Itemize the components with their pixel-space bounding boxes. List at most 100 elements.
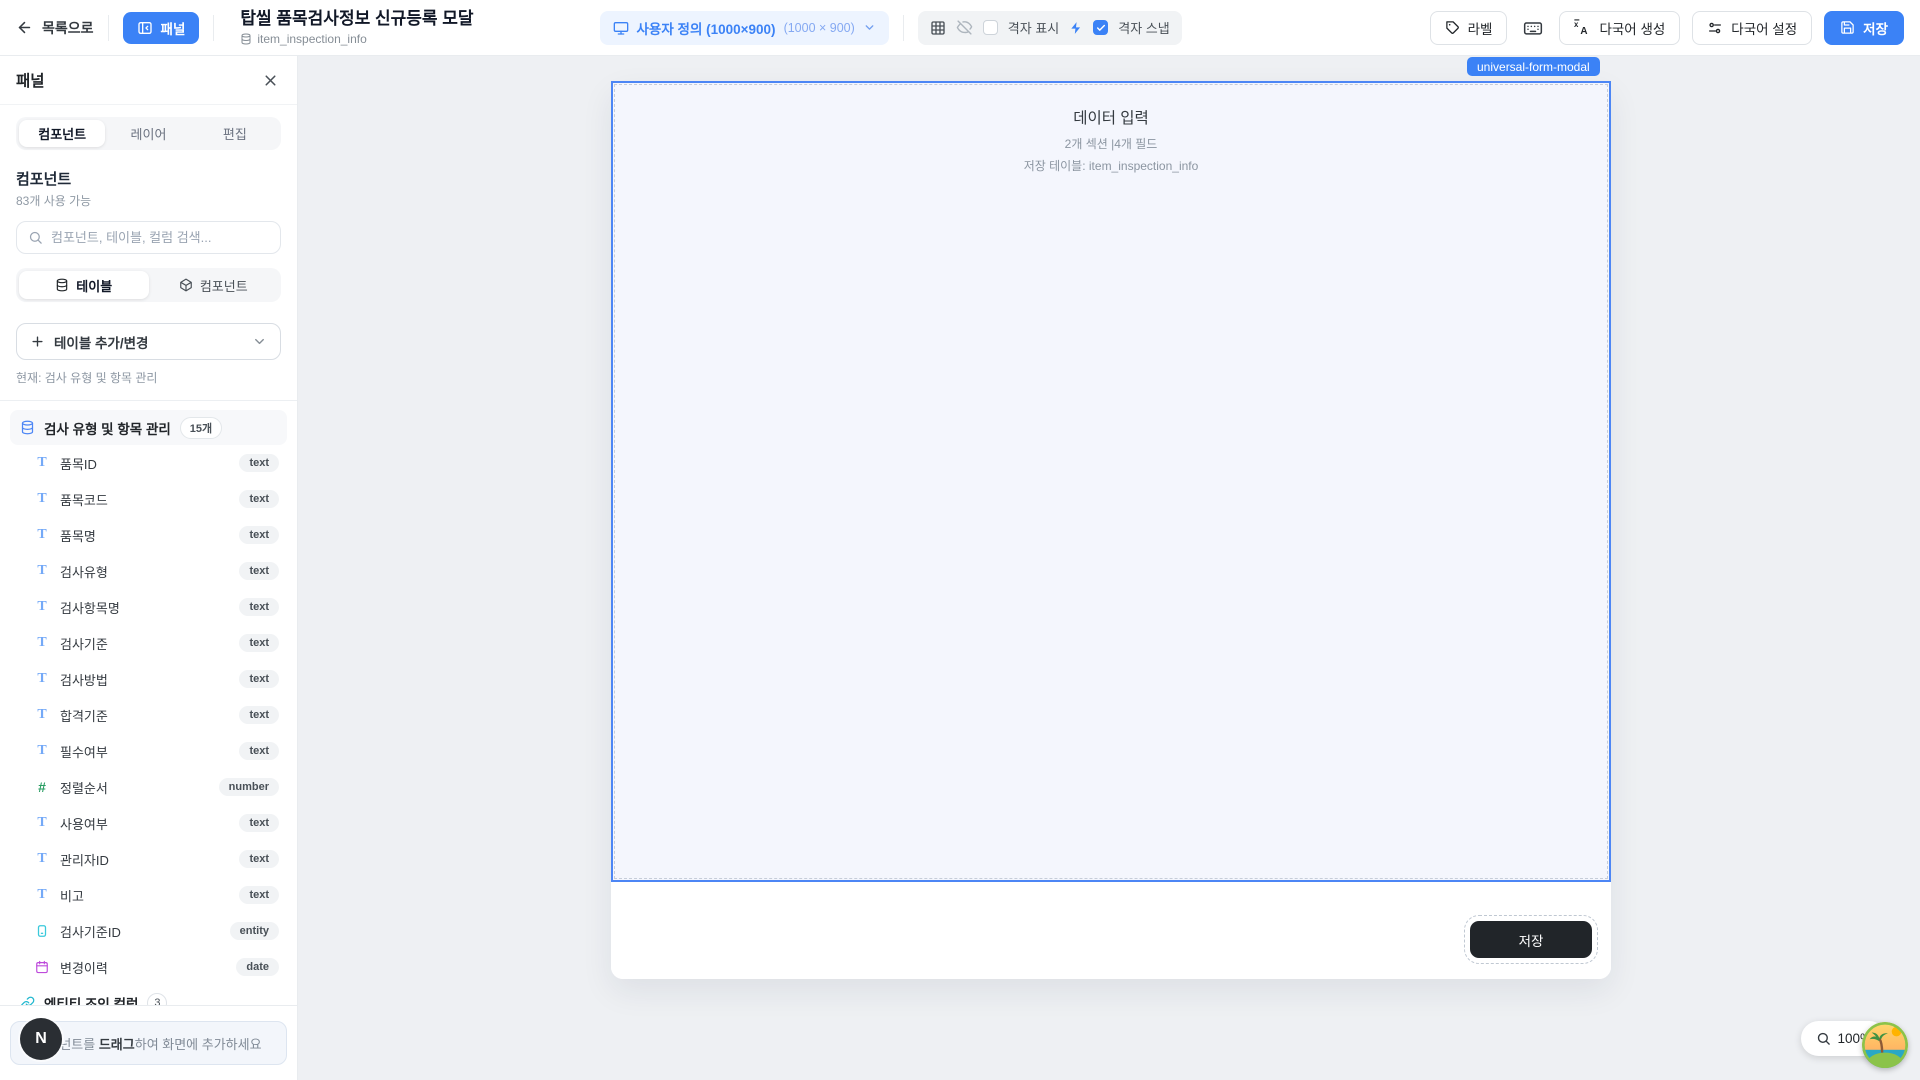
field-type-badge: date [236,958,279,976]
field-name: 품목명 [60,526,96,545]
lightning-icon [1069,21,1083,35]
table-group-header[interactable]: 검사 유형 및 항목 관리 15개 [10,410,287,445]
search-input[interactable] [51,230,269,245]
i18n-generate-button[interactable]: xA 다국어 생성 [1559,11,1680,45]
sliders-icon [1707,20,1723,36]
add-table-dropdown[interactable]: 테이블 추가/변경 [16,323,281,360]
table-reference: item_inspection_info [257,32,366,46]
grid-show-label: 격자 표시 [1008,18,1059,37]
modal-save-button[interactable]: 저장 [1470,921,1592,958]
field-row[interactable]: T필수여부text [10,733,287,769]
field-row[interactable]: 변경이력date [10,949,287,985]
field-name: 검사기준ID [60,922,121,941]
svg-text:x: x [1574,20,1579,29]
text-type-icon: T [37,491,46,507]
panel-tabs: 컴포넌트 레이어 편집 [16,117,281,150]
selected-form-region[interactable]: 데이터 입력 2개 섹션 |4개 필드 저장 테이블: item_inspect… [611,81,1611,882]
back-to-list-button[interactable]: 목록으로 [16,18,94,38]
chevron-down-icon [863,21,876,34]
join-columns-group-header[interactable]: 엔티티 조인 컬럼 3 [10,985,287,1005]
divider [903,15,904,41]
link-icon [20,996,35,1006]
island-emoji-badge[interactable] [1862,1022,1908,1068]
source-toggle: 테이블 컴포넌트 [16,268,281,302]
field-row[interactable]: #정렬순서number [10,769,287,805]
plus-icon [30,334,45,349]
field-row[interactable]: 검사기준IDentity [10,913,287,949]
page-title: 탑씰 품목검사정보 신규등록 모달 [240,9,473,29]
field-row[interactable]: T검사유형text [10,553,287,589]
text-type-icon: T [37,635,46,651]
save-button[interactable]: 저장 [1824,11,1904,45]
search-icon [28,230,43,245]
close-icon [262,72,279,89]
island-icon [1862,1022,1908,1068]
grid-show-checkbox[interactable] [983,20,998,35]
tab-layers[interactable]: 레이어 [105,120,191,147]
field-row[interactable]: T검사방법text [10,661,287,697]
modal-table-info: 저장 테이블: item_inspection_info [613,157,1609,174]
tab-components[interactable]: 컴포넌트 [19,120,105,147]
field-name: 검사항목명 [60,598,120,617]
field-name: 정렬순서 [60,778,108,797]
label-button[interactable]: 라벨 [1430,11,1508,45]
field-row[interactable]: T합격기준text [10,697,287,733]
text-type-icon: T [37,455,46,471]
viewport-label: 사용자 정의 (1000×900) [637,18,776,38]
viewport-size: (1000 × 900) [784,21,855,35]
magnifier-icon [1816,1031,1831,1046]
i18n-settings-button[interactable]: 다국어 설정 [1692,11,1812,45]
grid-snap-checkbox[interactable] [1093,20,1108,35]
field-type-badge: text [239,634,279,652]
component-search [16,221,281,254]
field-row[interactable]: T품목IDtext [10,445,287,481]
field-row[interactable]: T검사항목명text [10,589,287,625]
field-row[interactable]: T사용여부text [10,805,287,841]
modal-footer: 저장 [611,882,1611,979]
selection-label: universal-form-modal [1467,57,1600,76]
text-type-icon: T [37,527,46,543]
top-bar: 목록으로 패널 탑씰 품목검사정보 신규등록 모달 item_inspectio… [0,0,1920,56]
back-label: 목록으로 [42,18,94,38]
join-group-name: 엔티티 조인 컬럼 [44,993,138,1005]
field-type-badge: text [239,454,279,472]
form-modal-preview[interactable]: 데이터 입력 2개 섹션 |4개 필드 저장 테이블: item_inspect… [611,81,1611,979]
field-list: 검사 유형 및 항목 관리 15개 T품목IDtextT품목코드textT품목명… [0,401,297,1005]
monitor-icon [613,20,629,36]
source-components-toggle[interactable]: 컴포넌트 [149,271,279,299]
field-row[interactable]: T품목코드text [10,481,287,517]
components-available-count: 83개 사용 가능 [16,192,281,209]
field-type-badge: number [219,778,279,796]
keyboard-shortcuts-button[interactable] [1519,14,1547,42]
source-tables-toggle[interactable]: 테이블 [19,271,149,299]
divider [213,15,214,41]
field-type-badge: text [239,562,279,580]
field-row[interactable]: T관리자IDtext [10,841,287,877]
field-row[interactable]: T비고text [10,877,287,913]
panel-left-icon [137,20,153,36]
field-name: 합격기준 [60,706,108,725]
design-canvas[interactable]: universal-form-modal 데이터 입력 2개 섹션 |4개 필드… [298,56,1920,1080]
field-row[interactable]: T검사기준text [10,625,287,661]
table-group-name: 검사 유형 및 항목 관리 [44,418,171,438]
field-count-badge: 15개 [180,417,222,439]
field-name: 비고 [60,886,84,905]
cube-icon [179,278,193,292]
field-row[interactable]: T품목명text [10,517,287,553]
field-type-badge: text [239,814,279,832]
field-name: 검사방법 [60,670,108,689]
modal-meta: 2개 섹션 |4개 필드 [613,135,1609,152]
field-type-badge: text [239,706,279,724]
field-type-badge: text [239,670,279,688]
panel-toggle-button[interactable]: 패널 [123,12,200,44]
keyboard-icon [1523,18,1543,38]
field-name: 품목코드 [60,490,108,509]
viewport-selector[interactable]: 사용자 정의 (1000×900) (1000 × 900) [600,11,889,45]
panel-close-button[interactable] [260,70,281,91]
tag-icon [1445,20,1460,35]
database-icon [240,33,252,45]
tab-edit[interactable]: 편집 [192,120,278,147]
grid-icon [930,20,946,36]
join-count-badge: 3 [147,993,167,1005]
date-type-icon [35,960,49,974]
